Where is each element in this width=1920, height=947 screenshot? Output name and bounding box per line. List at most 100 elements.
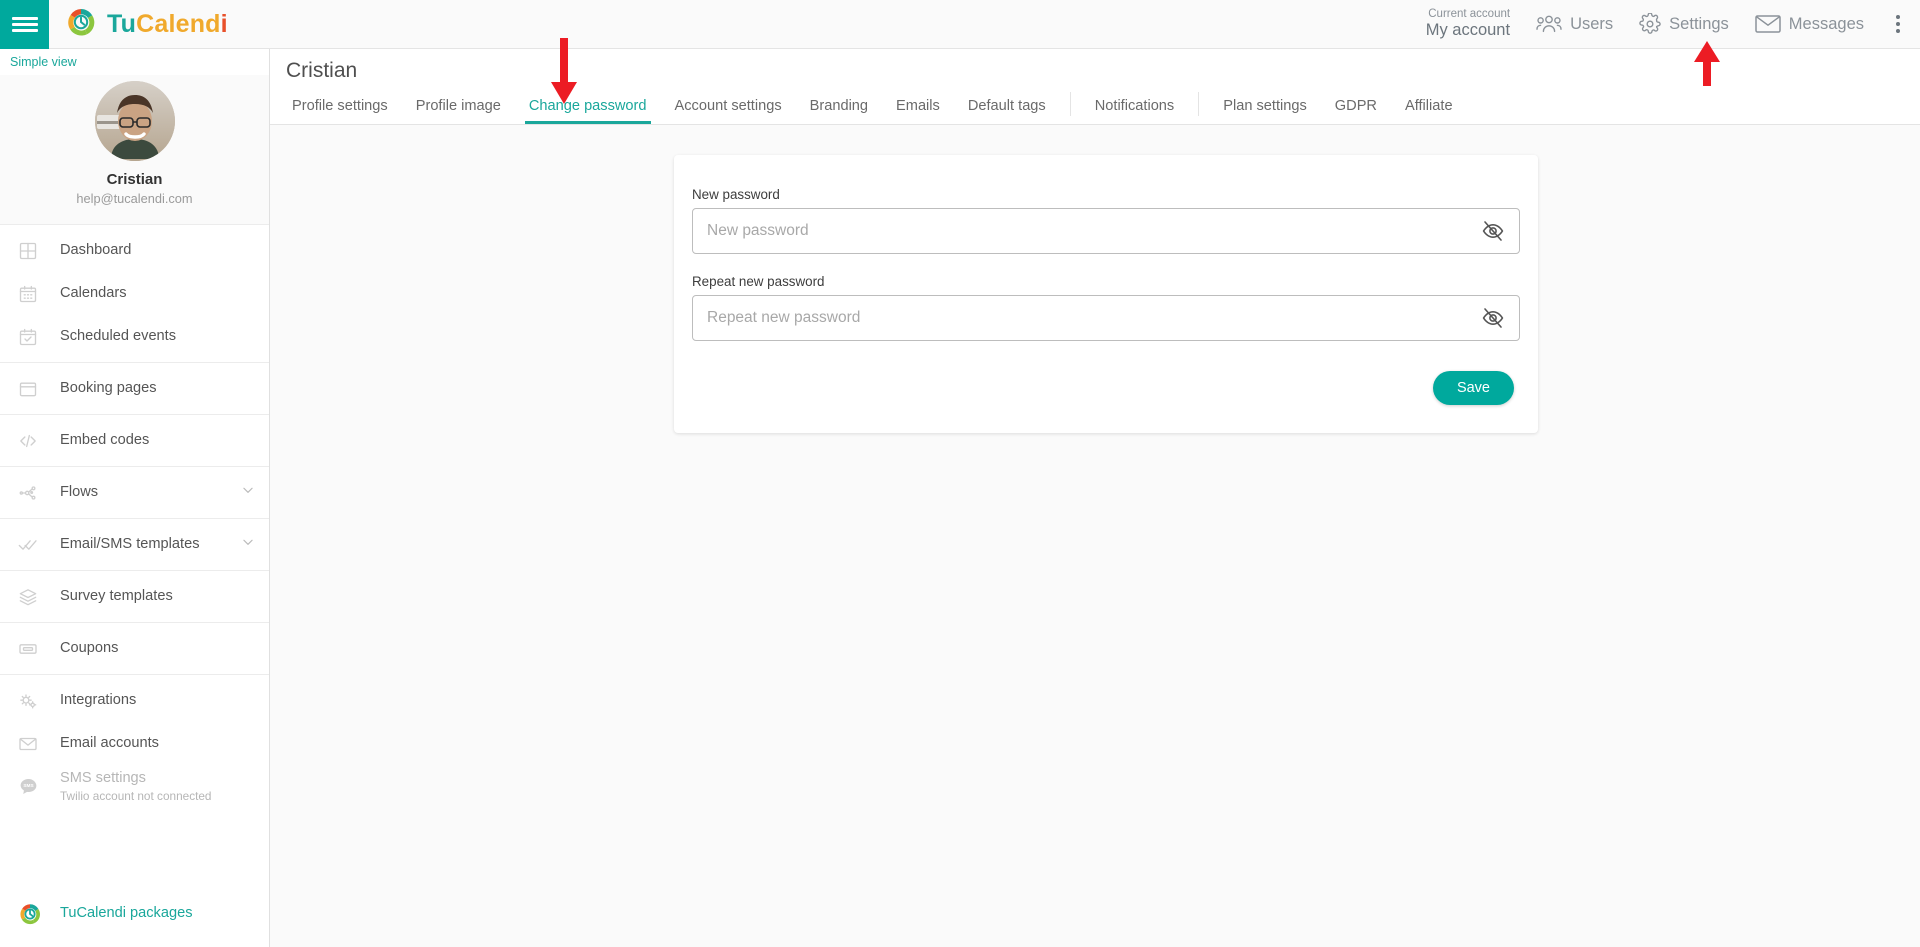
sidebar-item-text: Dashboard: [48, 242, 131, 260]
tab-bar: Profile settings Profile image Change pass…: [278, 86, 1467, 124]
users-icon: [1536, 14, 1562, 34]
tab-profile-image[interactable]: Profile image: [402, 98, 515, 124]
gears-icon: [18, 691, 48, 711]
sidebar-divider: [0, 518, 269, 519]
tab-default-tags[interactable]: Default tags: [954, 98, 1060, 124]
sidebar-item-booking-pages[interactable]: Booking pages: [0, 367, 269, 410]
save-button[interactable]: Save: [1432, 371, 1514, 405]
sidebar-item-coupons[interactable]: Coupons: [0, 627, 269, 670]
tab-affiliate[interactable]: Affiliate: [1391, 98, 1467, 124]
tab-account-settings[interactable]: Account settings: [661, 98, 796, 124]
sidebar-profile: Cristian help@tucalendi.com: [0, 75, 269, 225]
page-header: Cristian Profile settings Profile image Ch…: [270, 49, 1920, 125]
tab-profile-settings[interactable]: Profile settings: [278, 98, 402, 124]
double-check-icon: [18, 535, 48, 555]
sidebar-item-sms-settings: SMS SMS settings Twilio account not connec…: [0, 765, 269, 808]
sidebar-item-tucalendi-packages[interactable]: TuCalendi packages: [0, 892, 269, 935]
avatar-image: [94, 81, 175, 161]
settings-menu-item[interactable]: Settings: [1639, 13, 1729, 35]
tab-change-password[interactable]: Change password: [515, 98, 661, 124]
repeat-password-input-wrap: [692, 295, 1520, 341]
sidebar-item-text: Survey templates: [48, 588, 173, 606]
kebab-dot: [1896, 15, 1900, 19]
eye-slash-icon[interactable]: [1477, 215, 1509, 247]
tab-gdpr[interactable]: GDPR: [1321, 98, 1391, 124]
svg-text:SMS: SMS: [23, 783, 33, 789]
sidebar-item-text: Scheduled events: [48, 328, 176, 346]
sidebar-item-text: Calendars: [48, 285, 127, 303]
sidebar-divider: [0, 466, 269, 467]
sidebar-item-scheduled-events[interactable]: Scheduled events: [0, 315, 269, 358]
layers-icon: [18, 587, 48, 607]
current-account-value: My account: [1425, 21, 1511, 40]
top-bar: TuCalendi Current account My account Use…: [0, 0, 1920, 49]
sidebar-item-label: Email accounts: [60, 734, 159, 751]
chevron-down-icon[interactable]: [241, 483, 255, 502]
simple-view-link[interactable]: Simple view: [0, 49, 77, 69]
sidebar-item-label: Flows: [60, 483, 99, 500]
sidebar-item-label: Email/SMS templates: [60, 535, 200, 552]
users-menu-label: Users: [1570, 14, 1614, 33]
chevron-down-icon[interactable]: [241, 535, 255, 554]
envelope-icon: [18, 734, 48, 754]
sidebar-item-integrations[interactable]: Integrations: [0, 679, 269, 722]
sidebar-item-text: Email accounts: [48, 735, 159, 753]
kebab-menu-icon[interactable]: [1890, 11, 1906, 37]
brand-text-part3: i: [220, 9, 228, 38]
hamburger-icon[interactable]: [0, 0, 49, 49]
tucalendi-logo-icon: [65, 6, 97, 43]
repeat-password-field-group: Repeat new password: [684, 274, 1528, 341]
profile-email: help@tucalendi.com: [76, 191, 193, 206]
sidebar-divider: [0, 622, 269, 623]
sidebar-item-text: Email/SMS templates: [48, 536, 200, 554]
tab-notifications[interactable]: Notifications: [1081, 98, 1189, 124]
sidebar-divider: [0, 414, 269, 415]
main-content: Cristian Profile settings Profile image Ch…: [270, 49, 1920, 947]
tab-plan-settings[interactable]: Plan settings: [1209, 98, 1321, 124]
eye-slash-icon[interactable]: [1477, 302, 1509, 334]
flow-nodes-icon: [18, 483, 48, 503]
tucalendi-logo-icon: [18, 902, 48, 926]
sidebar-divider: [0, 674, 269, 675]
calendar-check-icon: [18, 327, 48, 347]
sidebar-item-label: Embed codes: [60, 431, 150, 448]
sidebar-item-embed-codes[interactable]: Embed codes: [0, 419, 269, 462]
sidebar-item-label: Coupons: [60, 639, 119, 656]
sidebar-item-dashboard[interactable]: Dashboard: [0, 229, 269, 272]
users-menu-item[interactable]: Users: [1536, 14, 1613, 34]
kebab-dot: [1896, 29, 1900, 33]
messages-menu-item[interactable]: Messages: [1755, 14, 1864, 34]
sidebar-item-label: Dashboard: [60, 241, 132, 258]
tab-separator: [1069, 92, 1071, 116]
current-account-switcher[interactable]: Current account My account: [1426, 8, 1510, 40]
envelope-icon: [1755, 14, 1781, 34]
tab-emails[interactable]: Emails: [882, 98, 954, 124]
brand-logo[interactable]: TuCalendi: [65, 6, 228, 43]
sidebar-divider: [0, 362, 269, 363]
kebab-dot: [1896, 22, 1900, 26]
sidebar-item-label: Survey templates: [60, 587, 173, 604]
sidebar-item-text: Embed codes: [48, 432, 149, 450]
top-bar-right-group: Current account My account Users Setting…: [1426, 0, 1920, 49]
change-password-card: New password Repeat new password: [674, 155, 1538, 433]
calendar-icon: [18, 284, 48, 304]
sidebar-item-survey-templates[interactable]: Survey templates: [0, 575, 269, 618]
sidebar-item-calendars[interactable]: Calendars: [0, 272, 269, 315]
sidebar-item-text: Integrations: [48, 692, 136, 710]
tab-separator: [1198, 92, 1200, 116]
coupon-ticket-icon: [18, 639, 48, 659]
sidebar-item-flows[interactable]: Flows: [0, 471, 269, 514]
new-password-label: New password: [692, 187, 780, 202]
avatar[interactable]: [94, 81, 175, 161]
tab-branding[interactable]: Branding: [796, 98, 882, 124]
sidebar-item-text: Coupons: [48, 640, 118, 658]
sidebar-item-email-accounts[interactable]: Email accounts: [0, 722, 269, 765]
repeat-password-input[interactable]: [693, 296, 1519, 340]
sidebar-item-email-sms-templates[interactable]: Email/SMS templates: [0, 523, 269, 566]
sidebar-item-text: Booking pages: [48, 380, 157, 398]
sidebar-item-sublabel: Twilio account not connected: [60, 788, 212, 803]
new-password-input[interactable]: [693, 209, 1519, 253]
browser-window-icon: [18, 379, 48, 399]
hamburger-bar: [11, 16, 38, 20]
sidebar-item-label: Booking pages: [60, 379, 157, 396]
